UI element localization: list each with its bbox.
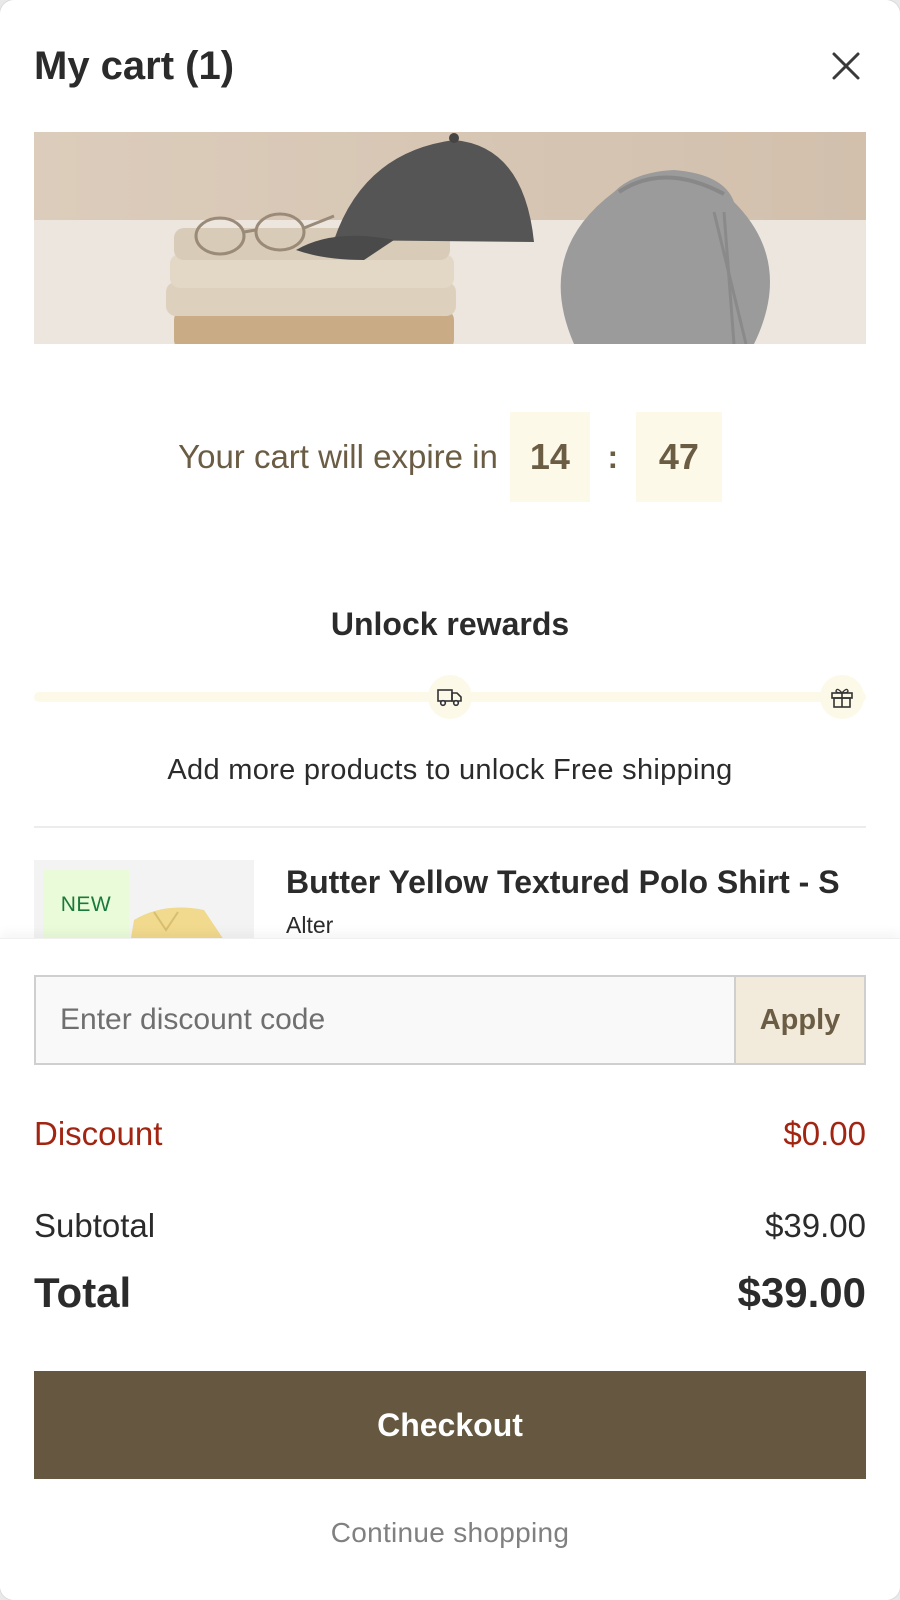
timer-label: Your cart will expire in (178, 438, 498, 475)
divider (34, 826, 866, 828)
timer-minutes: 14 (509, 412, 590, 502)
rewards-message: Add more products to unlock Free shippin… (167, 754, 733, 786)
new-badge: NEW (43, 870, 129, 940)
subtotal-row: Subtotal $39.00 (34, 1207, 866, 1245)
cart-drawer: My cart (1) Your cart will expire in 14 … (0, 0, 900, 1600)
total-label: Total (34, 1269, 132, 1316)
discount-value: $0.00 (783, 1115, 866, 1152)
cart-header: My cart (1) (34, 40, 866, 92)
discount-form: Apply (34, 975, 866, 1065)
product-thumbnail[interactable]: NEW (34, 860, 254, 940)
close-button[interactable] (826, 46, 866, 86)
discount-code-input[interactable] (36, 977, 734, 1063)
total-value: $39.00 (737, 1269, 866, 1316)
gift-icon (831, 688, 853, 708)
timer-seconds: 47 (635, 412, 722, 502)
cart-footer: Apply Discount $0.00 Subtotal $39.00 Tot… (0, 938, 900, 1600)
cart-title: My cart (1) (34, 44, 235, 88)
subtotal-value: $39.00 (765, 1207, 866, 1244)
subtotal-label: Subtotal (34, 1207, 156, 1244)
cart-expiry-timer: Your cart will expire in 14 : 47 (0, 412, 900, 502)
rewards-title: Unlock rewards (330, 606, 570, 642)
close-icon (832, 52, 860, 80)
apply-discount-button[interactable]: Apply (734, 977, 864, 1063)
cart-item: NEW Butter Yellow Textured Polo Shirt - … (34, 860, 866, 940)
timer-separator: : (607, 438, 619, 475)
shipping-milestone (428, 675, 472, 719)
total-row: Total $39.00 (34, 1269, 866, 1317)
gift-milestone (820, 675, 864, 719)
product-name[interactable]: Butter Yellow Textured Polo Shirt - S (286, 864, 840, 901)
discount-label: Discount (34, 1115, 163, 1152)
cart-banner-image (34, 132, 866, 344)
product-brand: Alter (286, 912, 334, 938)
checkout-button[interactable]: Checkout (34, 1371, 866, 1479)
truck-icon (437, 689, 462, 707)
discount-row: Discount $0.00 (34, 1115, 866, 1153)
continue-shopping-link[interactable]: Continue shopping (0, 1517, 900, 1549)
